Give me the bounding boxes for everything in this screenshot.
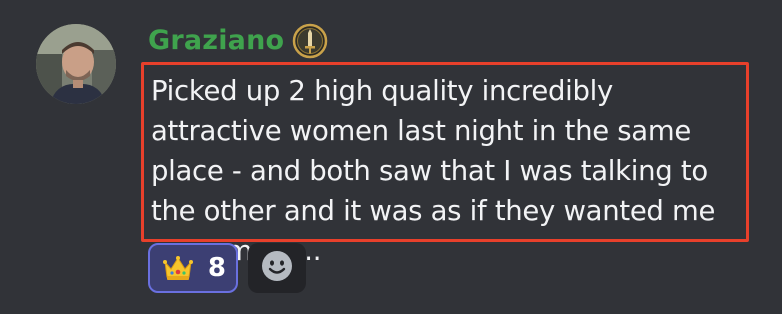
smiley-face-icon	[260, 249, 294, 287]
avatar[interactable]	[36, 24, 116, 104]
sword-badge-icon[interactable]	[292, 23, 328, 59]
chat-message: Graziano Picked up 2 high quality incred…	[0, 0, 782, 314]
reaction-count: 8	[207, 253, 226, 283]
add-reaction-button[interactable]	[248, 243, 306, 293]
message-header: Graziano	[148, 20, 328, 62]
avatar-photo	[36, 24, 116, 104]
message-highlight-box: Picked up 2 high quality incredibly attr…	[141, 62, 749, 267]
message-text: Picked up 2 high quality incredibly attr…	[151, 75, 716, 267]
reaction-bar: 8	[148, 243, 306, 293]
crown-emoji-icon	[162, 252, 194, 284]
reaction-crown[interactable]: 8	[148, 243, 238, 293]
username[interactable]: Graziano	[148, 20, 284, 62]
